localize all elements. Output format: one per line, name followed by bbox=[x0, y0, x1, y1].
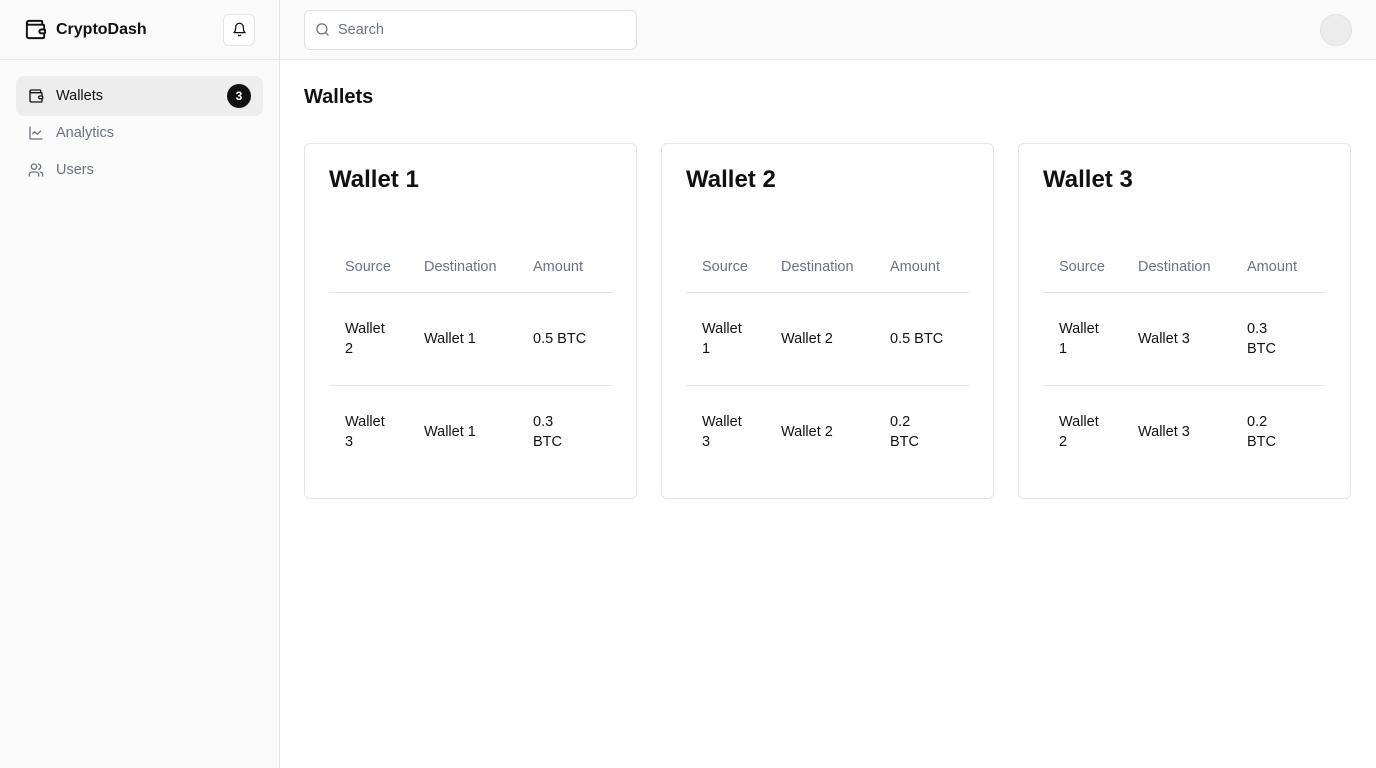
cell-source: Wallet 1 bbox=[1043, 292, 1122, 385]
sidebar-item-users[interactable]: Users bbox=[16, 150, 263, 190]
line-chart-icon bbox=[28, 125, 44, 141]
users-icon bbox=[28, 162, 44, 178]
column-header-destination: Destination bbox=[408, 242, 517, 293]
source-value: Wallet 1 bbox=[702, 320, 742, 357]
column-header-source: Source bbox=[686, 242, 765, 293]
sidebar-item-label: Analytics bbox=[56, 125, 115, 141]
table-row: Wallet 3 Wallet 1 0.3 BTC bbox=[329, 384, 612, 478]
table-row: Wallet 1 Wallet 3 0.3 BTC bbox=[1043, 292, 1326, 385]
page-title: Wallets bbox=[304, 86, 374, 108]
column-header-source: Source bbox=[1043, 242, 1122, 293]
wallet-card-title: Wallet 1 bbox=[329, 166, 419, 193]
bell-icon bbox=[232, 22, 247, 37]
column-header-amount: Amount bbox=[1231, 242, 1326, 293]
notifications-button[interactable] bbox=[223, 13, 255, 46]
transactions-table: Source Destination Amount Wallet 1 Walle… bbox=[686, 242, 969, 478]
amount-value: 0.3 BTC bbox=[533, 413, 562, 450]
wallet-cards: Wallet 1 Source Destination Amount Walle… bbox=[304, 143, 1352, 499]
brand[interactable]: CryptoDash bbox=[24, 18, 147, 41]
wallet-logo-icon bbox=[24, 18, 47, 41]
source-value: Wallet 3 bbox=[702, 413, 742, 450]
transactions-table: Source Destination Amount Wallet 2 Walle… bbox=[329, 242, 612, 478]
table-row: Wallet 2 Wallet 3 0.2 BTC bbox=[1043, 384, 1326, 478]
table-row: Wallet 3 Wallet 2 0.2 BTC bbox=[686, 384, 969, 478]
wallet-card-title: Wallet 3 bbox=[1043, 166, 1133, 193]
cell-amount: 0.5 BTC bbox=[890, 330, 944, 347]
wallet-card: Wallet 3 Source Destination Amount Walle… bbox=[1018, 143, 1351, 499]
cell-destination: Wallet 1 bbox=[408, 384, 517, 478]
wallet-card-title: Wallet 2 bbox=[686, 166, 776, 193]
search-icon bbox=[315, 22, 330, 37]
table-header-row: Source Destination Amount bbox=[686, 242, 969, 293]
cell-source: Wallet 3 bbox=[686, 384, 765, 478]
sidebar-item-label: Users bbox=[56, 162, 94, 178]
wallet-card: Wallet 2 Source Destination Amount Walle… bbox=[661, 143, 994, 499]
search-input[interactable] bbox=[338, 21, 618, 38]
main-area: Wallets Wallet 1 Source Destination Amou… bbox=[280, 0, 1376, 768]
sidebar-item-wallets[interactable]: Wallets 3 bbox=[16, 76, 263, 116]
topbar bbox=[280, 0, 1376, 60]
cell-destination: Wallet 2 bbox=[765, 384, 874, 478]
amount-value: 0.3 BTC bbox=[1247, 320, 1276, 357]
cell-amount: 0.2 BTC bbox=[874, 384, 969, 478]
sidebar: CryptoDash Wallets 3 Analytics Users bbox=[0, 0, 280, 768]
amount-value: 0.2 BTC bbox=[1247, 413, 1276, 450]
sidebar-item-analytics[interactable]: Analytics bbox=[16, 113, 263, 153]
cell-destination: Wallet 3 bbox=[1138, 330, 1190, 347]
user-avatar[interactable] bbox=[1320, 13, 1352, 46]
content: Wallets Wallet 1 Source Destination Amou… bbox=[280, 60, 1376, 525]
source-value: Wallet 2 bbox=[1059, 413, 1099, 450]
cell-source: Wallet 2 bbox=[329, 292, 408, 385]
cell-source: Wallet 2 bbox=[1043, 384, 1122, 478]
cell-source: Wallet 1 bbox=[686, 292, 765, 385]
app-name: CryptoDash bbox=[56, 20, 147, 38]
cell-destination: Wallet 2 bbox=[781, 330, 833, 347]
source-value: Wallet 3 bbox=[345, 413, 385, 450]
cell-amount: 0.3 BTC bbox=[1231, 292, 1326, 385]
source-value: Wallet 2 bbox=[345, 320, 385, 357]
column-header-source: Source bbox=[329, 242, 408, 293]
cell-amount: 0.2 BTC bbox=[1231, 384, 1326, 478]
wallet-card: Wallet 1 Source Destination Amount Walle… bbox=[304, 143, 637, 499]
cell-amount: 0.5 BTC bbox=[533, 330, 587, 347]
cell-destination: Wallet 1 bbox=[424, 330, 476, 347]
column-header-destination: Destination bbox=[765, 242, 874, 293]
column-header-amount: Amount bbox=[874, 242, 969, 293]
sidebar-nav: Wallets 3 Analytics Users bbox=[0, 60, 279, 206]
table-row: Wallet 2 Wallet 1 0.5 BTC bbox=[329, 292, 612, 385]
cell-source: Wallet 3 bbox=[329, 384, 408, 478]
cell-destination: Wallet 3 bbox=[1122, 384, 1231, 478]
wallet-icon bbox=[28, 88, 44, 104]
source-value: Wallet 1 bbox=[1059, 320, 1099, 357]
column-header-amount: Amount bbox=[517, 242, 612, 293]
search-box[interactable] bbox=[304, 9, 637, 50]
cell-amount: 0.3 BTC bbox=[517, 384, 612, 478]
sidebar-item-label: Wallets bbox=[56, 88, 103, 104]
wallets-count-badge: 3 bbox=[227, 84, 251, 108]
column-header-destination: Destination bbox=[1122, 242, 1231, 293]
table-row: Wallet 1 Wallet 2 0.5 BTC bbox=[686, 292, 969, 385]
table-header-row: Source Destination Amount bbox=[1043, 242, 1326, 293]
amount-value: 0.2 BTC bbox=[890, 413, 919, 450]
transactions-table: Source Destination Amount Wallet 1 Walle… bbox=[1043, 242, 1326, 478]
table-header-row: Source Destination Amount bbox=[329, 242, 612, 293]
sidebar-header: CryptoDash bbox=[0, 0, 279, 60]
